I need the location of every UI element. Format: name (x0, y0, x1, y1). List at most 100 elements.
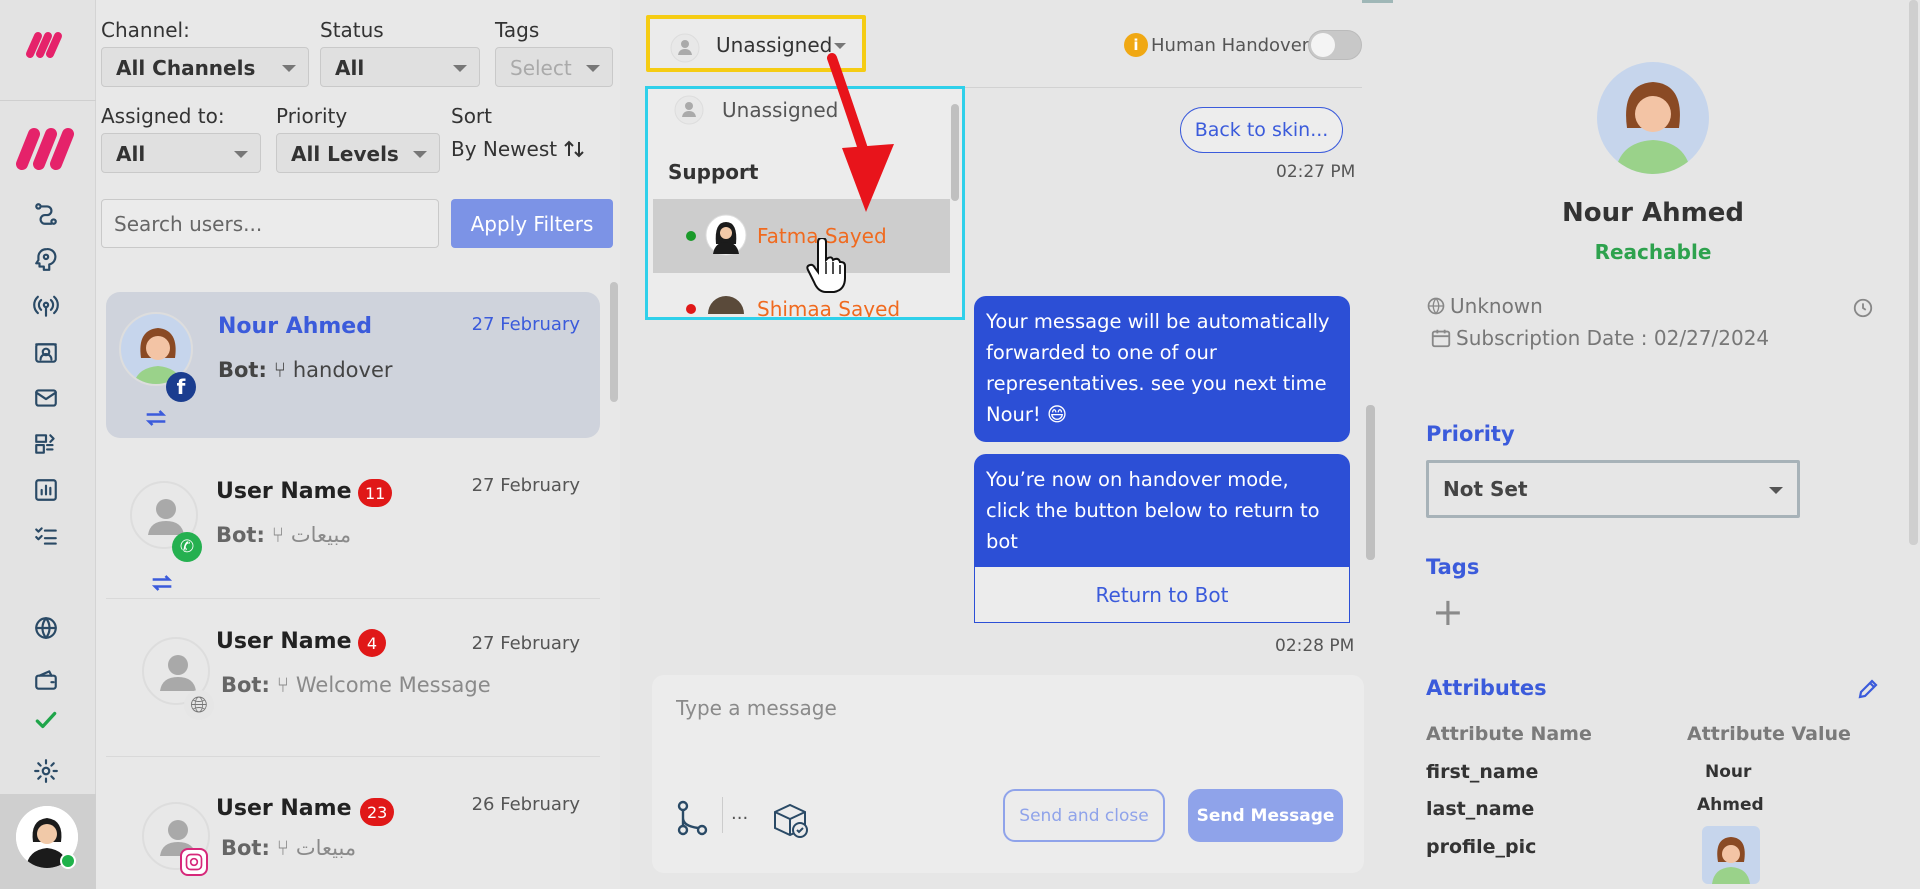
flow-icon: ⑂ (276, 836, 290, 860)
send-and-close-button[interactable]: Send and close (1003, 789, 1165, 842)
message-input[interactable] (676, 693, 1336, 723)
channel-filter-label: Channel: (101, 18, 190, 42)
package-check-icon[interactable] (770, 800, 810, 840)
conversation-name: User Name (216, 479, 352, 504)
flow-icon: ⑂ (273, 358, 287, 382)
assigned-filter-label: Assigned to: (101, 104, 225, 128)
profile-scrollbar[interactable] (1909, 0, 1918, 545)
user-icon (670, 33, 700, 63)
bot-message-bubble: Your message will be automatically forwa… (974, 296, 1350, 442)
unread-count-badge: 4 (358, 629, 386, 657)
contact-location: Unknown (1426, 294, 1543, 318)
channel-filter-select[interactable]: All Channels (101, 47, 309, 87)
brand-logo[interactable] (12, 120, 82, 176)
online-status-dot (60, 853, 76, 869)
tags-section-title: Tags (1426, 555, 1480, 579)
list-scrollbar[interactable] (610, 282, 618, 402)
settings-gear-icon[interactable] (30, 755, 62, 787)
add-tag-button[interactable]: + (1432, 592, 1464, 632)
sort-label: Sort (451, 104, 492, 128)
chevron-down-icon (586, 65, 600, 72)
priority-filter-select[interactable]: All Levels (276, 133, 440, 173)
apply-filters-button[interactable]: Apply Filters (451, 199, 613, 248)
contacts-icon[interactable] (30, 337, 62, 369)
toggle-knob (1311, 33, 1335, 57)
flows-icon[interactable] (30, 198, 62, 230)
check-icon[interactable] (30, 704, 62, 736)
more-options-button[interactable]: ... (731, 803, 748, 824)
conversation-item[interactable]: f Nour Ahmed 27 February Bot: ⑂ handover (106, 292, 600, 438)
edit-pencil-icon[interactable] (1856, 677, 1880, 701)
subscription-date: Subscription Date : 02/27/2024 (1430, 326, 1769, 350)
sort-toggle[interactable]: By Newest (451, 137, 585, 161)
conversation-date: 26 February (471, 794, 580, 815)
chevron-down-icon (282, 65, 296, 72)
chat-scrollbar[interactable] (1366, 405, 1375, 560)
templates-icon[interactable] (30, 428, 62, 460)
attribute-name: last_name (1426, 798, 1535, 820)
app-logo[interactable] (24, 24, 68, 68)
attribute-name: profile_pic (1426, 836, 1537, 858)
sort-arrows-icon (564, 140, 584, 158)
conversation-item[interactable]: ✆ User Name 11 27 February Bot: ⑂ مبيعات (106, 455, 600, 595)
dropdown-option-agent[interactable]: Shimaa Sayed (757, 297, 900, 317)
conversation-last-bot: Bot: ⑂ handover (218, 358, 393, 382)
info-icon: i (1124, 33, 1148, 57)
back-to-skin-button[interactable]: Back to skin... (1180, 107, 1343, 153)
contact-name: Nour Ahmed (1562, 198, 1744, 228)
wallet-icon[interactable] (30, 664, 62, 696)
flow-trigger-icon[interactable] (676, 800, 708, 836)
instagram-icon (180, 848, 208, 876)
status-filter-label: Status (320, 18, 384, 42)
conversation-name: Nour Ahmed (218, 314, 372, 339)
profile-pic-thumbnail[interactable] (1702, 826, 1760, 884)
conversation-item[interactable]: User Name 23 26 February Bot: ⑂ مبيعات (106, 770, 600, 889)
dropdown-scrollbar[interactable] (951, 104, 959, 201)
attribute-value-header: Attribute Value (1687, 723, 1851, 745)
contact-reachable-status: Reachable (1594, 240, 1712, 264)
return-to-bot-button[interactable]: Return to Bot (974, 567, 1350, 623)
chevron-down-icon (453, 65, 467, 72)
conversation-item[interactable]: 🌐︎ User Name 4 27 February Bot: ⑂ Welcom… (106, 605, 600, 745)
conversation-date: 27 February (471, 475, 580, 496)
chevron-down-icon (834, 43, 846, 49)
assigned-filter-select[interactable]: All (101, 133, 261, 173)
broadcast-icon[interactable] (30, 290, 62, 322)
dropdown-group-label: Support (668, 160, 759, 184)
conversation-last-bot: Bot: ⑂ مبيعات (216, 523, 352, 547)
assign-agent-value: Unassigned (716, 33, 833, 57)
divider (106, 598, 600, 599)
tags-filter-label: Tags (495, 18, 540, 42)
chevron-down-icon (234, 151, 248, 158)
mail-icon[interactable] (30, 382, 62, 414)
priority-select[interactable]: Not Set (1426, 460, 1800, 518)
conversation-list-panel: Channel: All Channels Status All Tags Se… (96, 0, 620, 889)
human-handover-label: Human Handover (1151, 35, 1310, 56)
user-icon (674, 95, 704, 125)
clock-icon[interactable] (1852, 297, 1874, 319)
status-filter-select[interactable]: All (320, 47, 480, 87)
globe-icon: 🌐︎ (184, 690, 214, 720)
conversation-last-bot: Bot: ⑂ Welcome Message (221, 673, 491, 697)
priority-section-title: Priority (1426, 422, 1515, 446)
agent-avatar (705, 214, 747, 256)
tasks-icon[interactable] (30, 520, 62, 552)
message-timestamp: 02:28 PM (1275, 636, 1355, 656)
conversation-name: User Name (216, 796, 352, 821)
analytics-icon[interactable] (30, 474, 62, 506)
agent-avatar (708, 296, 744, 314)
search-users-input[interactable] (101, 199, 439, 248)
globe-icon[interactable] (30, 612, 62, 644)
chevron-down-icon (1769, 487, 1783, 494)
calendar-icon (1431, 329, 1451, 348)
send-message-button[interactable]: Send Message (1188, 789, 1343, 842)
ai-brain-icon[interactable] (30, 243, 62, 275)
attribute-name: first_name (1426, 761, 1539, 783)
composer-divider (722, 797, 723, 833)
globe-icon (1427, 297, 1445, 315)
sync-icon (151, 575, 173, 591)
tags-filter-select[interactable]: Select (495, 47, 613, 87)
bot-message-bubble: You’re now on handover mode, click the b… (974, 454, 1350, 568)
priority-filter-label: Priority (276, 104, 348, 128)
whatsapp-icon: ✆ (172, 532, 202, 562)
